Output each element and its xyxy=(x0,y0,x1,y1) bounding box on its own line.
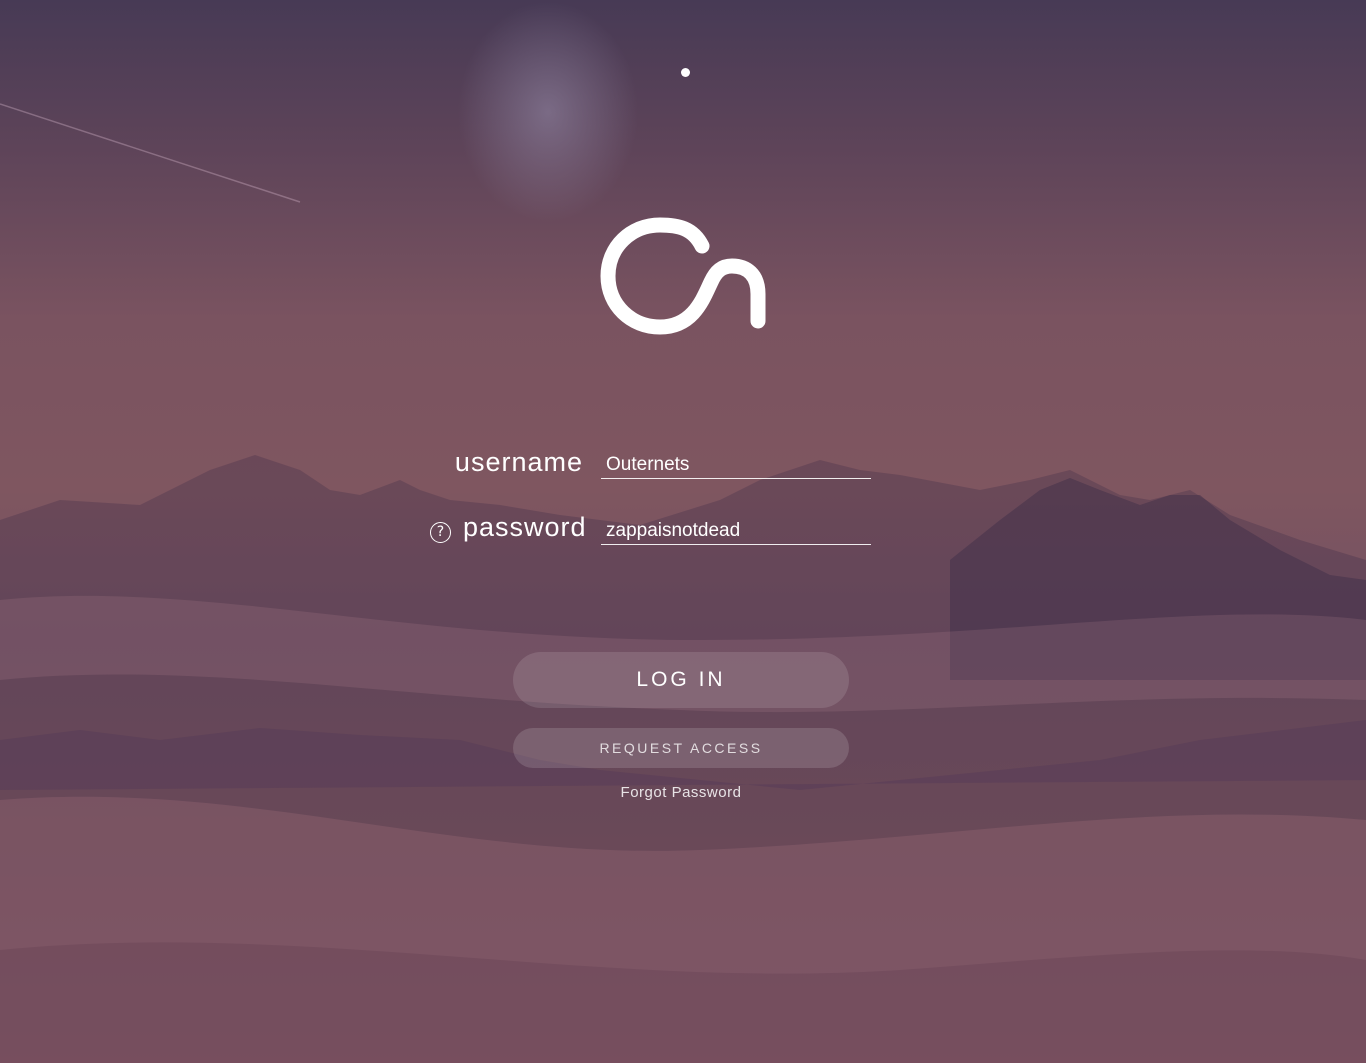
status-dot-icon xyxy=(681,68,690,77)
username-label: username xyxy=(454,447,583,477)
username-input[interactable] xyxy=(601,451,871,479)
outernet-logo-icon xyxy=(600,217,766,335)
login-button[interactable]: LOG IN xyxy=(513,652,849,708)
forgot-password-link[interactable]: Forgot Password xyxy=(513,784,849,801)
password-label: password xyxy=(463,512,587,542)
request-access-button[interactable]: REQUEST ACCESS xyxy=(513,728,849,768)
password-input[interactable] xyxy=(601,517,871,545)
question-circle-icon[interactable]: ? xyxy=(430,522,451,543)
